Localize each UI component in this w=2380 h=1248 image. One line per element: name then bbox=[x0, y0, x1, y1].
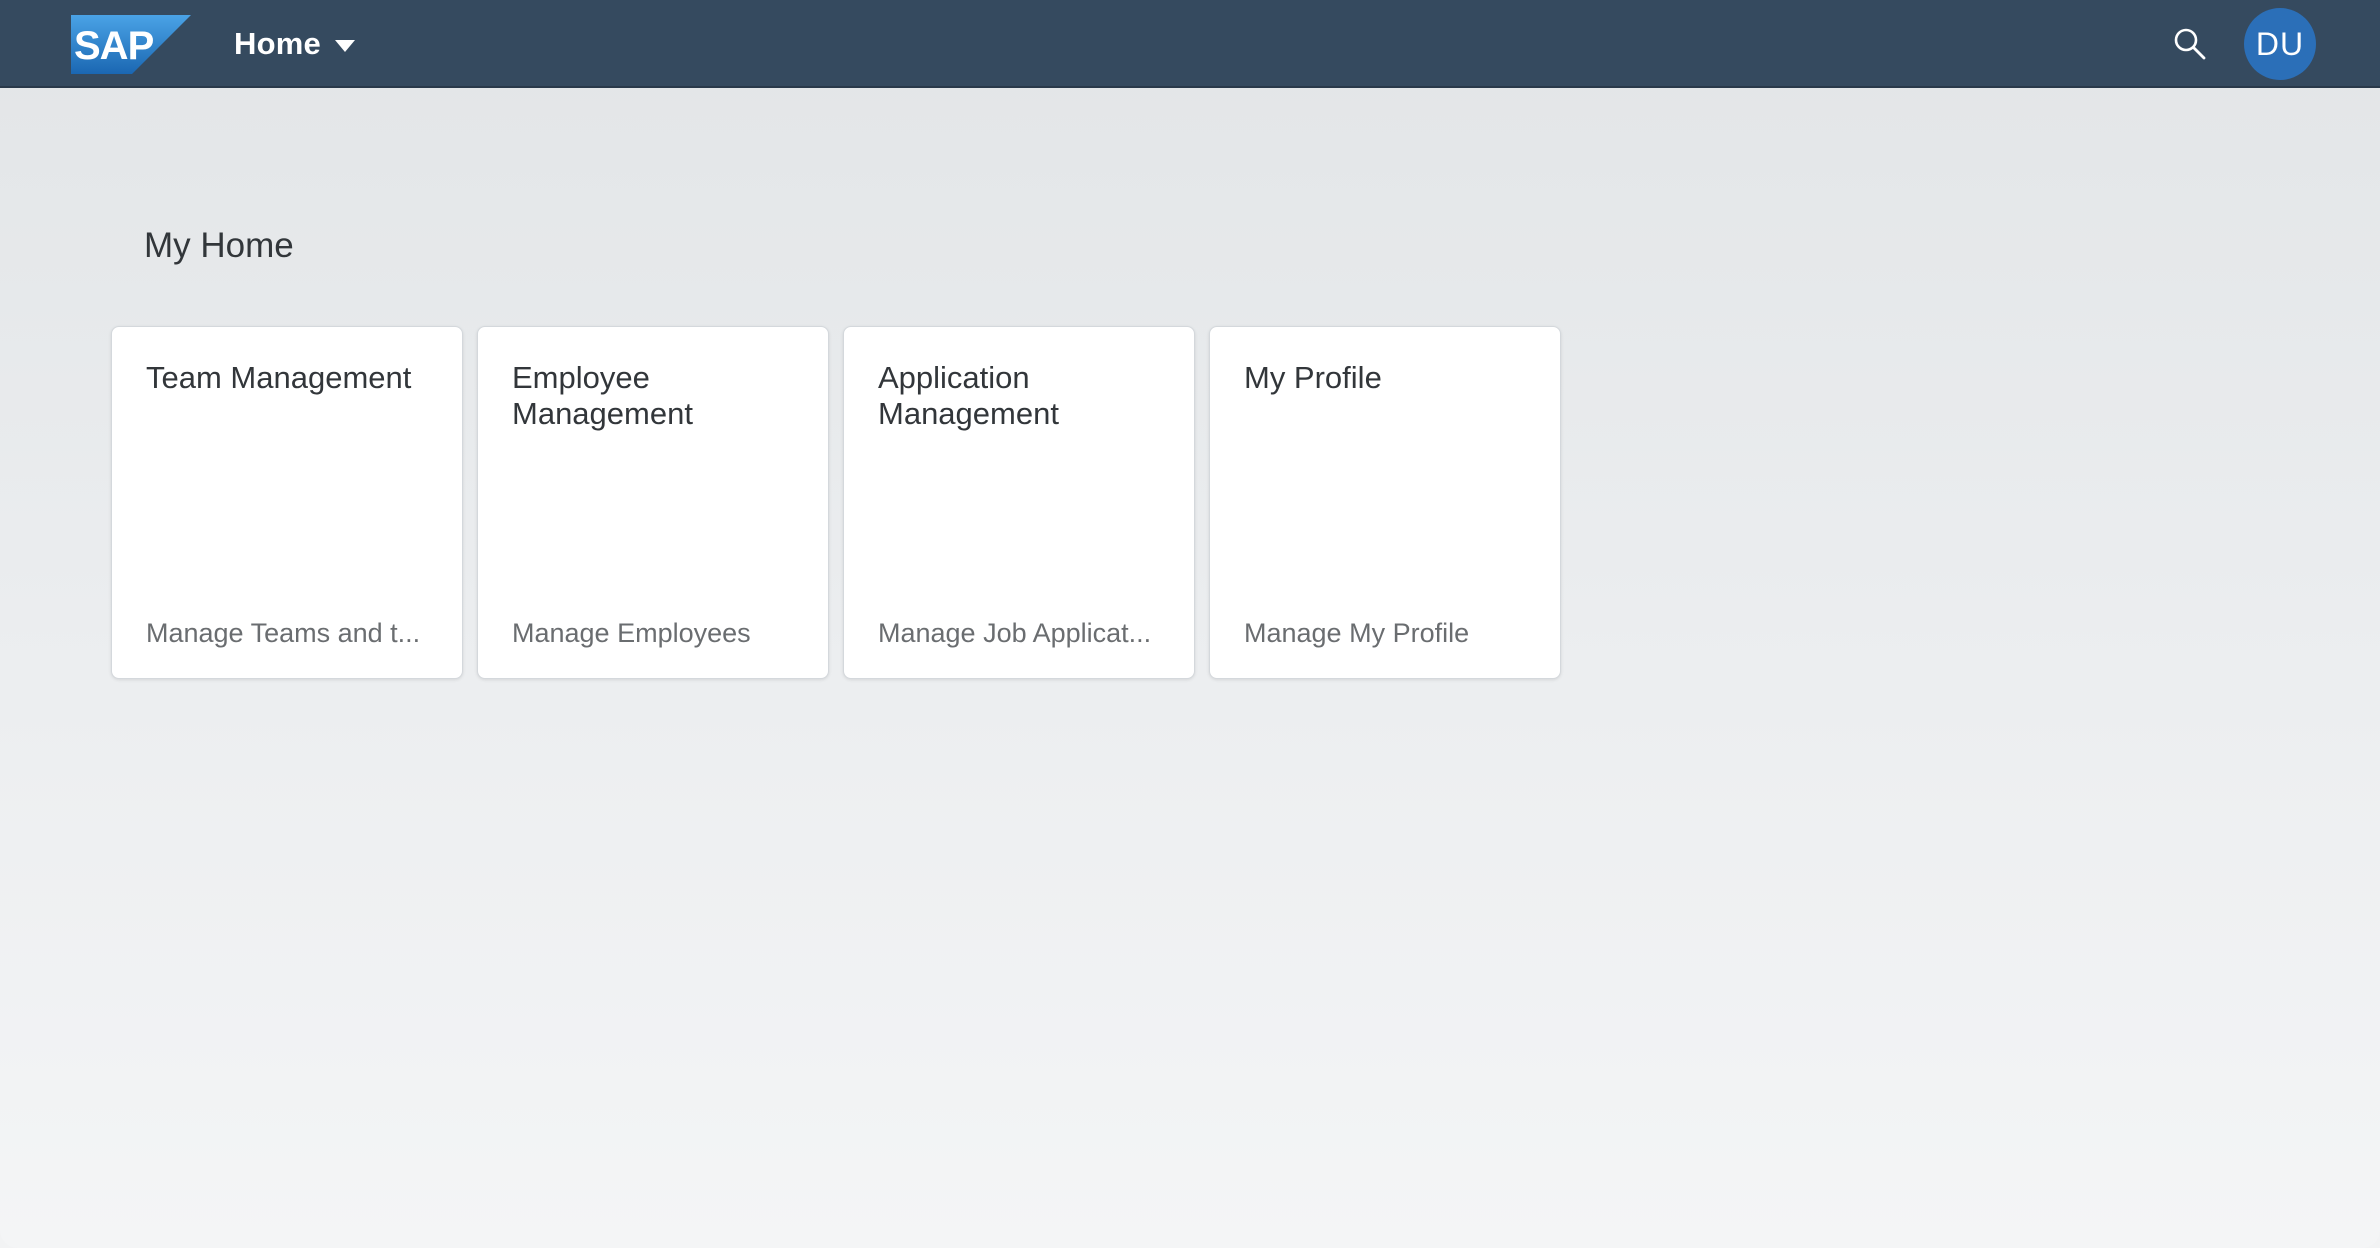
tile-title: Team Management bbox=[146, 360, 436, 396]
home-menu-label: Home bbox=[234, 26, 321, 62]
avatar-initials: DU bbox=[2256, 26, 2304, 63]
tile-title: Employee Management bbox=[512, 360, 742, 432]
tile-subtitle: Manage Employees bbox=[512, 617, 812, 649]
page-title: My Home bbox=[144, 226, 294, 266]
tile-my-profile[interactable]: My Profile Manage My Profile bbox=[1209, 326, 1561, 679]
search-icon[interactable] bbox=[2172, 26, 2208, 62]
tile-subtitle: Manage Job Applicat... bbox=[878, 617, 1178, 649]
sap-logo-text: SAP bbox=[74, 24, 154, 68]
tile-subtitle: Manage Teams and t... bbox=[146, 617, 446, 649]
user-avatar[interactable]: DU bbox=[2244, 8, 2316, 80]
tile-application-management[interactable]: Application Management Manage Job Applic… bbox=[843, 326, 1195, 679]
app-window: SAP Home DU My Home Team Management Mana… bbox=[0, 0, 2380, 1248]
shell-header: SAP Home DU bbox=[0, 0, 2380, 88]
tile-title: My Profile bbox=[1244, 360, 1534, 396]
tile-team-management[interactable]: Team Management Manage Teams and t... bbox=[111, 326, 463, 679]
caret-down-icon bbox=[335, 40, 355, 52]
sap-logo-icon[interactable]: SAP bbox=[71, 15, 191, 74]
home-menu-button[interactable]: Home bbox=[234, 20, 355, 68]
tile-subtitle: Manage My Profile bbox=[1244, 617, 1544, 649]
tile-employee-management[interactable]: Employee Management Manage Employees bbox=[477, 326, 829, 679]
tile-title: Application Management bbox=[878, 360, 1108, 432]
